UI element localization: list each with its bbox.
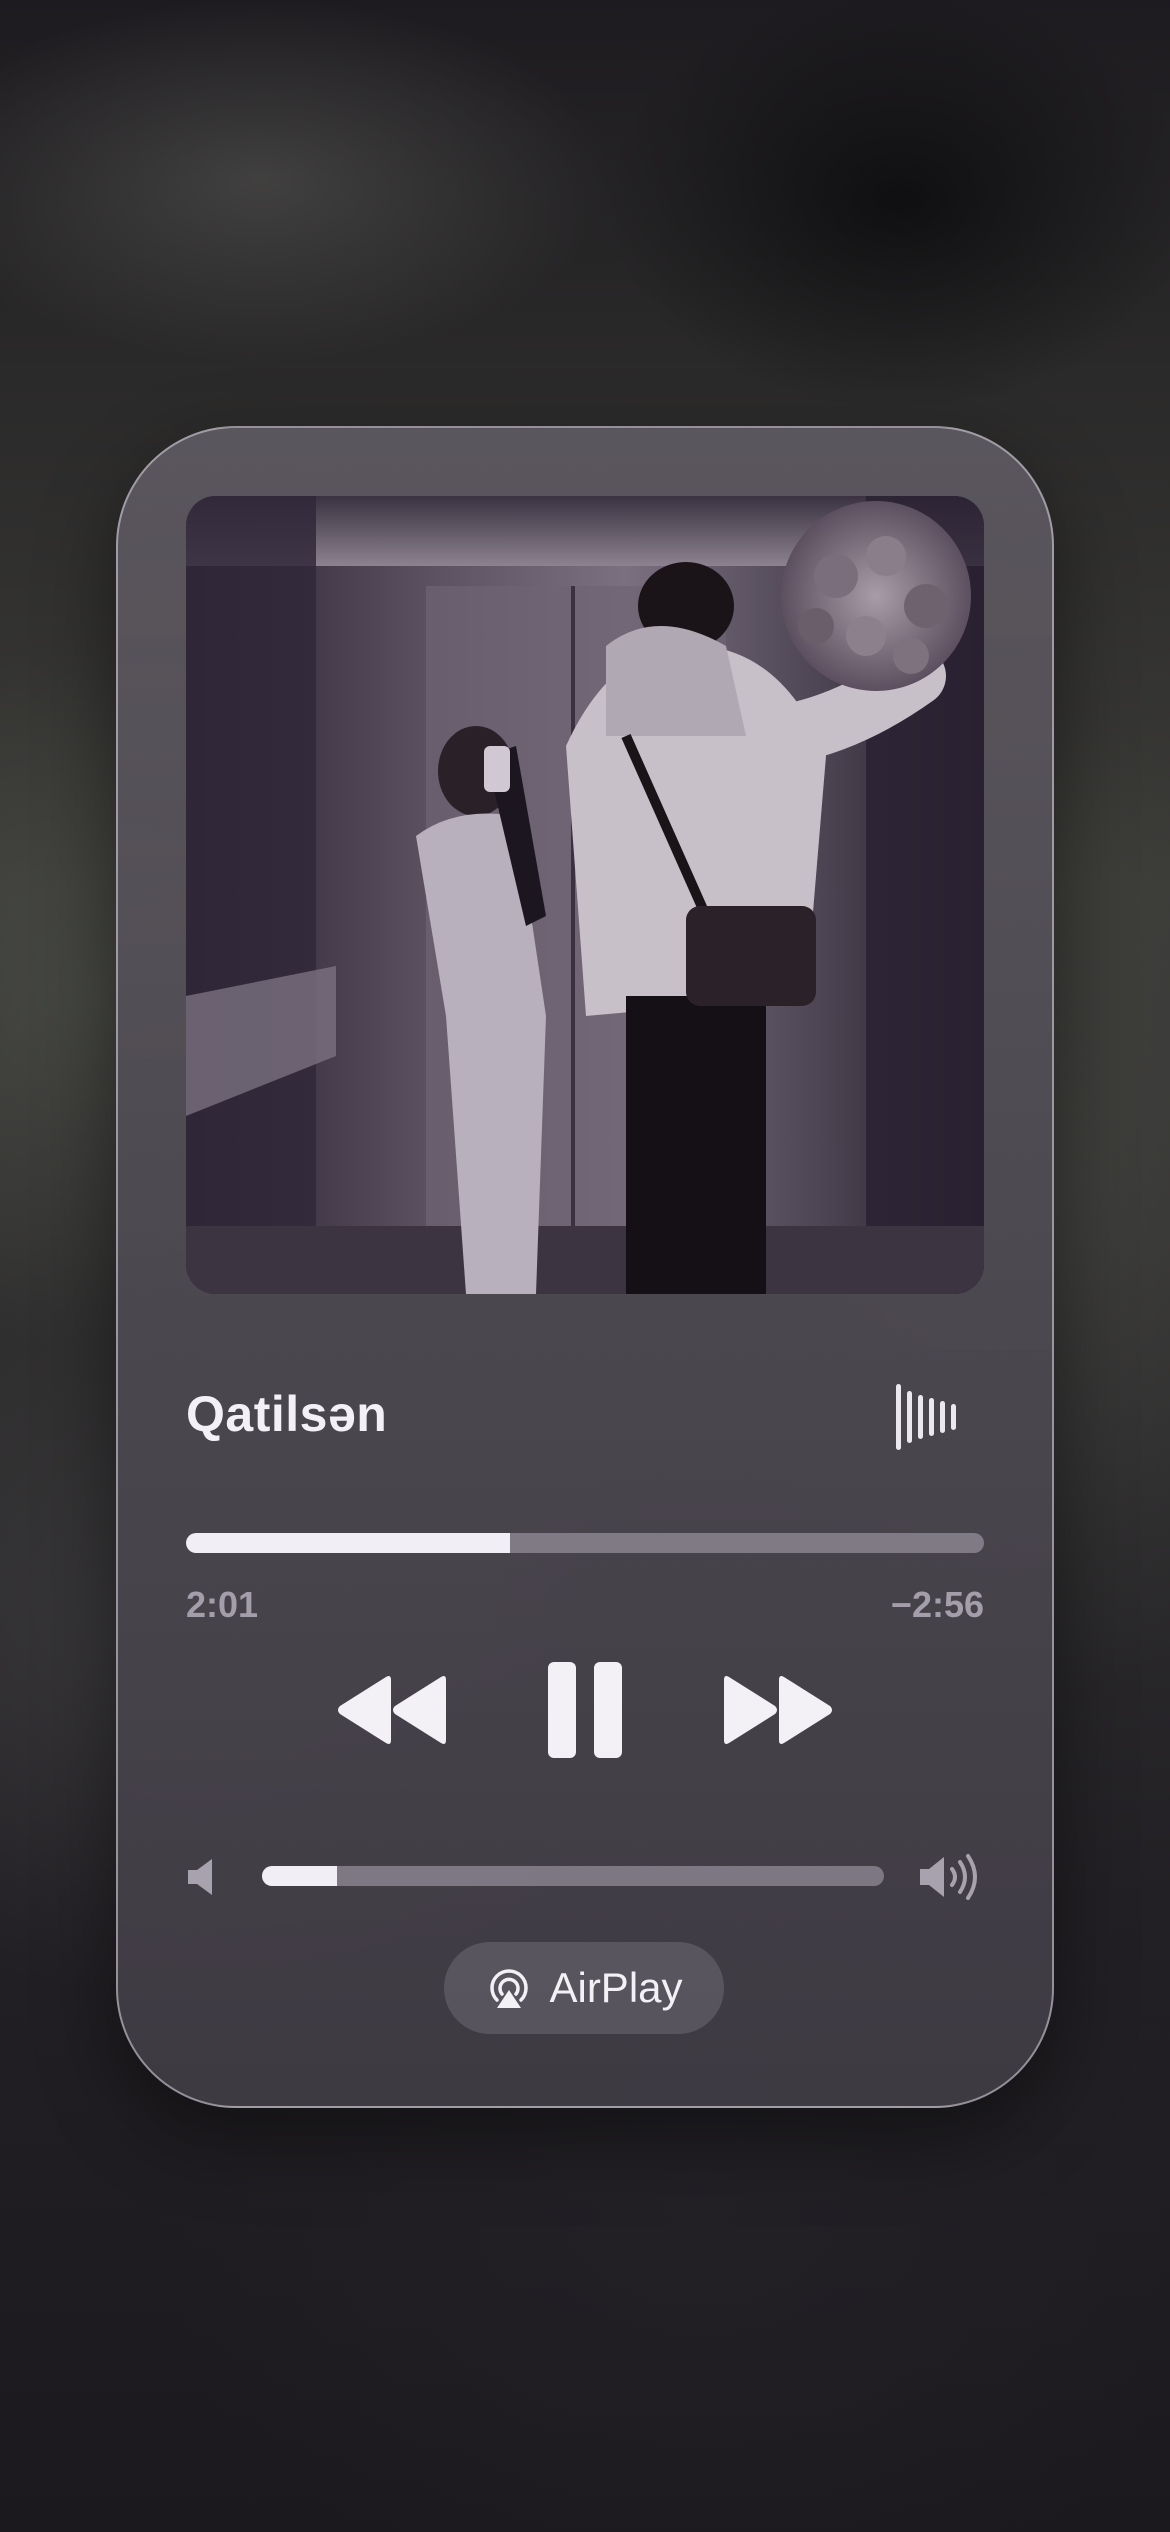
- volume-slider[interactable]: [262, 1866, 884, 1886]
- airplay-button[interactable]: AirPlay: [444, 1942, 724, 2034]
- rewind-button[interactable]: [336, 1672, 450, 1748]
- progress-fill: [186, 1533, 510, 1553]
- pause-icon: [548, 1662, 622, 1758]
- airplay-icon: [490, 1969, 529, 2008]
- progress-slider[interactable]: [186, 1533, 984, 1553]
- album-artwork: [186, 496, 984, 1294]
- backward-icon: [338, 1676, 446, 1744]
- volume-fill: [262, 1866, 337, 1886]
- speaker-low-icon: [186, 1857, 220, 1897]
- remaining-time: −2:56: [890, 1584, 984, 1625]
- elapsed-time: 2:01: [186, 1584, 259, 1625]
- pause-button[interactable]: [540, 1660, 630, 1760]
- airplay-label: AirPlay: [549, 1964, 683, 2011]
- track-title: Qatilsən: [186, 1386, 388, 1442]
- waveform-icon[interactable]: [890, 1382, 960, 1452]
- speaker-high-icon: [918, 1852, 984, 1902]
- fast-forward-button[interactable]: [720, 1672, 834, 1748]
- forward-icon: [724, 1676, 832, 1744]
